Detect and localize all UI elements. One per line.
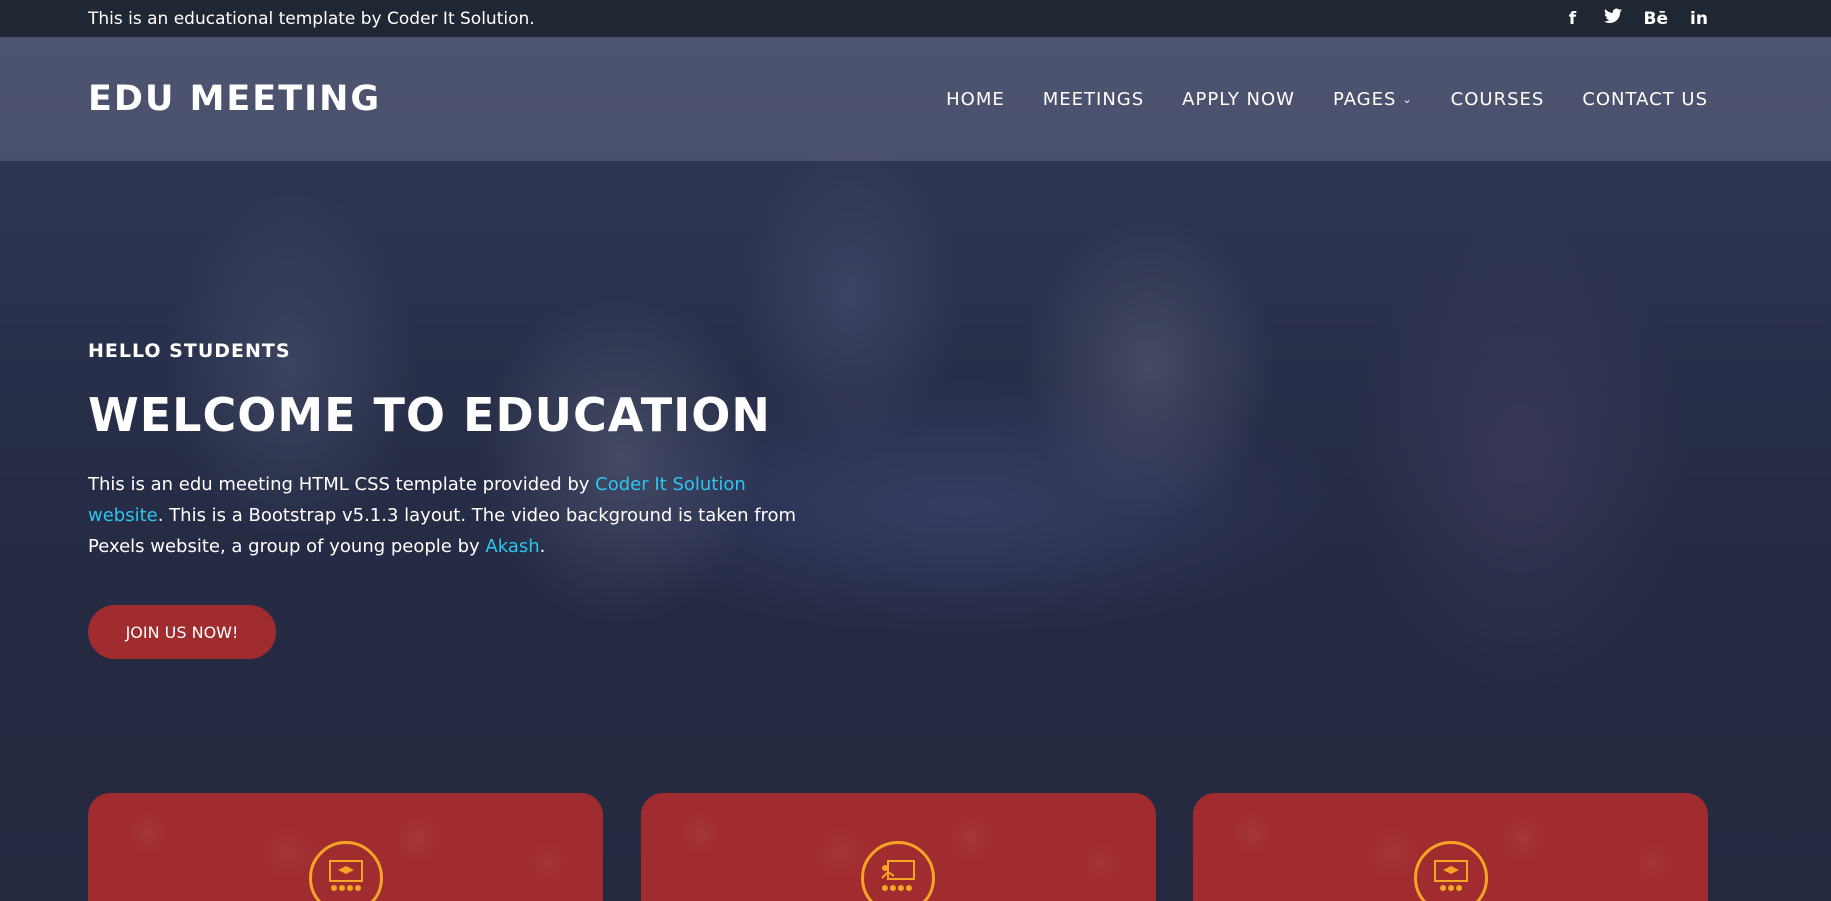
nav-item-home[interactable]: HOME [946,89,1005,110]
nav-label: PAGES [1332,88,1397,110]
nav-label: COURSES [1450,88,1545,110]
hero-content: HELLO STUDENTS WELCOME TO EDUCATION This… [88,340,808,562]
top-info-bar: This is an educational template by Coder… [0,0,1831,37]
nav-item-courses[interactable]: COURSES [1451,89,1545,110]
service-card[interactable] [640,793,1156,901]
linkedin-icon[interactable]: in [1690,9,1708,29]
nav-menu: HOME MEETINGS APPLY NOW PAGES ⌄ COURSES C… [946,89,1708,110]
hero-eyebrow: HELLO STUDENTS [88,340,291,362]
graduation-presentation-icon [1413,841,1488,901]
nav-label: CONTACT US [1582,88,1708,110]
desc-text: . This is a Bootstrap v5.1.3 layout. The… [88,504,797,557]
hero-headline: WELCOME TO EDUCATION [88,388,771,442]
nav-item-pages[interactable]: PAGES ⌄ [1333,89,1413,110]
desc-text: . [539,535,546,557]
desc-text: This is an edu meeting HTML CSS template… [88,473,596,495]
site-logo[interactable]: EDU MEETING [88,79,381,119]
service-cards [88,793,1708,901]
chevron-down-icon: ⌄ [1402,92,1413,106]
social-links: f Bē in [1564,8,1709,29]
nav-item-contact-us[interactable]: CONTACT US [1582,89,1708,110]
nav-label: APPLY NOW [1182,88,1295,110]
nav-item-apply-now[interactable]: APPLY NOW [1182,89,1295,110]
akash-link[interactable]: Akash [485,536,539,557]
graduation-presentation-icon [308,841,383,901]
nav-item-meetings[interactable]: MEETINGS [1043,89,1144,110]
service-card[interactable] [1193,793,1708,901]
nav-label: HOME [946,88,1005,110]
topbar-text: This is an educational template by Coder… [88,8,535,29]
behance-icon[interactable]: Bē [1644,9,1669,29]
hero-description: This is an edu meeting HTML CSS template… [88,469,808,562]
twitter-icon[interactable] [1603,8,1622,29]
nav-label: MEETINGS [1042,88,1145,110]
teacher-board-icon [861,841,935,901]
service-card[interactable] [88,793,603,901]
join-us-button[interactable]: JOIN US NOW! [88,605,276,659]
facebook-icon[interactable]: f [1564,9,1582,29]
main-navbar: EDU MEETING HOME MEETINGS APPLY NOW PAGE… [0,37,1831,161]
